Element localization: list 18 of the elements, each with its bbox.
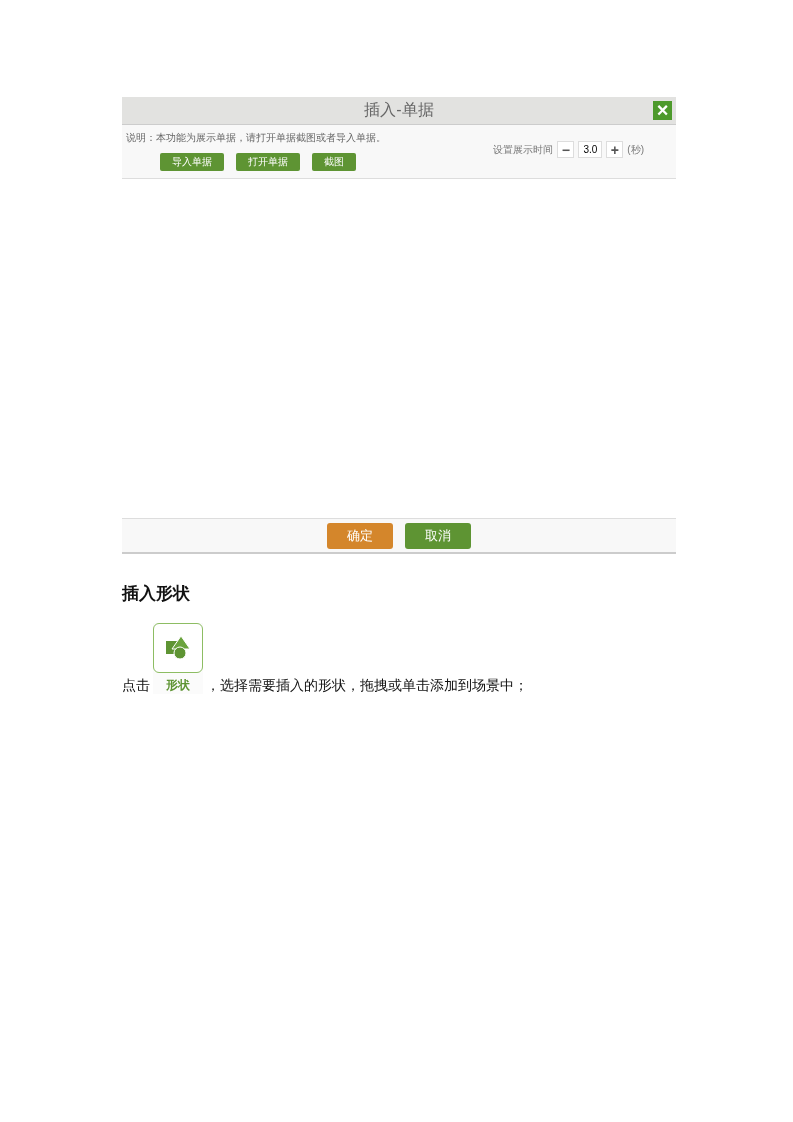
- action-button[interactable]: 导入单据: [160, 153, 224, 171]
- close-button[interactable]: ×: [653, 101, 672, 120]
- duration-label: 设置展示时间: [493, 142, 554, 157]
- instruction-text: 点击: [122, 676, 150, 694]
- action-button[interactable]: 打开单据: [236, 153, 300, 171]
- shape-tool-button[interactable]: 形状: [153, 623, 203, 694]
- decrease-button[interactable]: −: [557, 141, 575, 158]
- shapes-icon: [165, 635, 191, 661]
- section-heading: 插入形状: [122, 583, 191, 605]
- instruction-text: ，选择需要插入的形状，拖拽或单击添加到场景中；: [206, 676, 528, 694]
- unit-label: (秒): [627, 142, 644, 157]
- increase-button[interactable]: +: [606, 141, 624, 158]
- action-button[interactable]: 截图: [312, 153, 356, 171]
- note-text: 说明：本功能为展示单据，请打开单据截图或者导入单据。: [126, 131, 386, 145]
- dialog-title: 插入-单据: [364, 100, 434, 120]
- confirm-button[interactable]: 确定: [327, 522, 393, 549]
- cancel-button[interactable]: 取消: [405, 522, 471, 549]
- duration-field[interactable]: 3.0: [578, 141, 603, 158]
